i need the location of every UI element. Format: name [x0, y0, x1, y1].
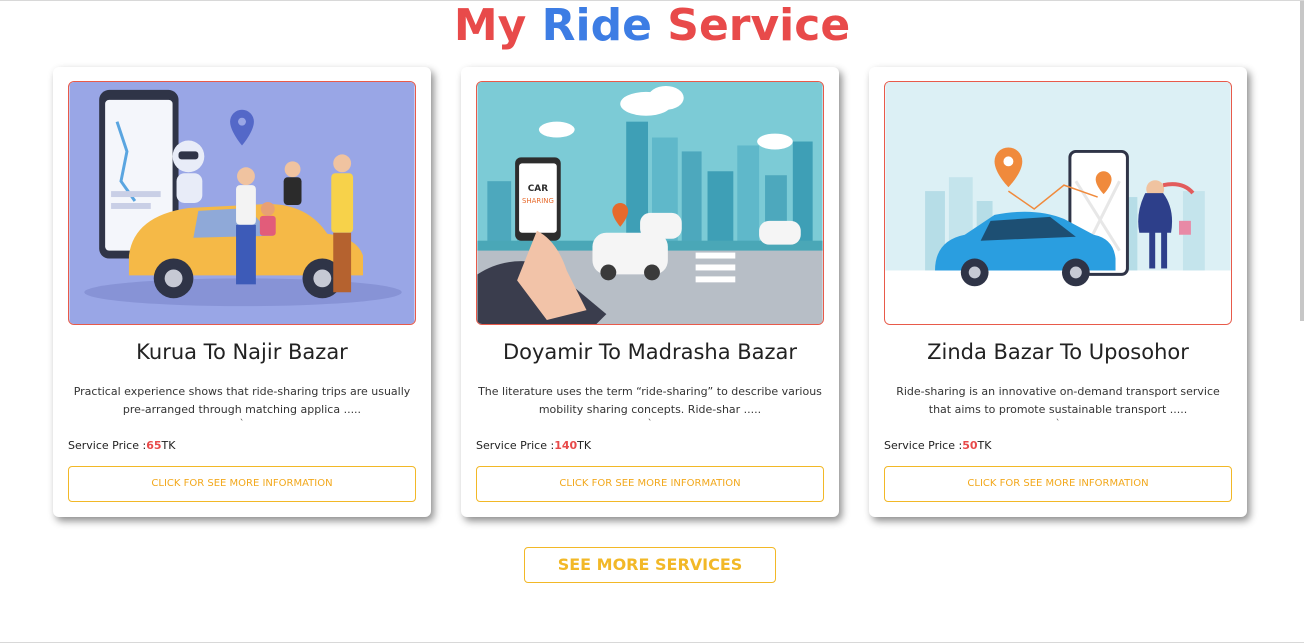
title-word-ride: Ride	[541, 0, 652, 51]
service-price: Service Price :65TK	[68, 439, 175, 452]
card-title: Kurua To Najir Bazar	[136, 340, 348, 364]
more-info-button[interactable]: CLICK FOR SEE MORE INFORMATION	[476, 466, 824, 502]
price-value: 140	[554, 439, 578, 452]
card-separator-mark: `	[239, 419, 245, 429]
svg-text:SHARING: SHARING	[522, 197, 554, 205]
ride-sharing-illustration-image	[68, 81, 416, 325]
svg-text:CAR: CAR	[528, 184, 548, 194]
title-word-my: My	[453, 0, 527, 51]
card-separator-mark: `	[1055, 419, 1061, 429]
car-sharing-city-illustration-image: CAR SHARING	[476, 81, 824, 325]
car-sharing-city-illustration-icon: CAR SHARING	[477, 82, 823, 324]
price-unit: TK	[161, 439, 176, 452]
more-info-button[interactable]: CLICK FOR SEE MORE INFORMATION	[884, 466, 1232, 502]
card-description: Ride-sharing is an innovative on-demand …	[896, 385, 1220, 416]
taxi-app-illustration-image	[884, 81, 1232, 325]
taxi-app-illustration-icon	[885, 82, 1231, 324]
service-price: Service Price :50TK	[884, 439, 991, 452]
more-info-button[interactable]: CLICK FOR SEE MORE INFORMATION	[68, 466, 416, 502]
price-value: 50	[962, 439, 978, 452]
price-label: Service Price :	[884, 439, 963, 452]
card-title: Zinda Bazar To Uposohor	[927, 340, 1189, 364]
card-separator-mark: `	[647, 419, 653, 429]
page-title: My Ride Service	[0, 1, 1304, 51]
service-price: Service Price :140TK	[476, 439, 591, 452]
scrollbar[interactable]	[1300, 1, 1304, 321]
price-unit: TK	[577, 439, 592, 452]
ride-sharing-illustration-icon	[69, 82, 415, 324]
service-card: Zinda Bazar To Uposohor Ride-sharing is …	[869, 67, 1247, 517]
see-more-services-button[interactable]: SEE MORE SERVICES	[524, 547, 776, 583]
price-label: Service Price :	[68, 439, 147, 452]
title-word-service: Service	[667, 0, 851, 51]
service-card: CAR SHARING Doyamir To Madrasha Bazar Th…	[461, 67, 839, 517]
price-value: 65	[146, 439, 162, 452]
card-description: Practical experience shows that ride-sha…	[73, 385, 411, 416]
price-label: Service Price :	[476, 439, 555, 452]
price-unit: TK	[977, 439, 992, 452]
card-description: The literature uses the term “ride-shari…	[478, 385, 822, 416]
service-card: Kurua To Najir Bazar Practical experienc…	[53, 67, 431, 517]
card-title: Doyamir To Madrasha Bazar	[502, 340, 798, 364]
